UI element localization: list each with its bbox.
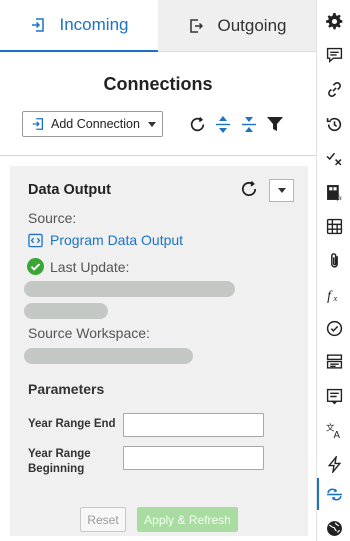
links-button[interactable] bbox=[317, 77, 350, 101]
tab-incoming-label: Incoming bbox=[59, 15, 129, 34]
globe-icon bbox=[326, 520, 342, 536]
function-icon: fx bbox=[327, 287, 337, 302]
last-update-row: Last Update: bbox=[27, 258, 129, 275]
year-range-beginning-input[interactable] bbox=[123, 446, 264, 470]
summary-icon bbox=[326, 388, 342, 404]
history-icon bbox=[326, 117, 341, 131]
connection-card: Data Output Source: Program Data Output … bbox=[10, 166, 308, 536]
refresh-icon bbox=[241, 181, 257, 197]
functions-button[interactable]: fx bbox=[317, 282, 350, 306]
filter-icon bbox=[267, 117, 283, 131]
proofing-button[interactable] bbox=[317, 146, 350, 170]
filter-button[interactable] bbox=[266, 115, 284, 133]
source-workspace-label: Source Workspace: bbox=[28, 325, 150, 341]
svg-text:x: x bbox=[332, 292, 337, 302]
comments-button[interactable] bbox=[317, 43, 350, 67]
redacted-text bbox=[24, 348, 193, 364]
summary-button[interactable] bbox=[317, 384, 350, 408]
formula-sheet-button[interactable]: fx bbox=[317, 180, 350, 204]
grid-icon bbox=[326, 218, 342, 234]
page-title: Connections bbox=[103, 74, 213, 94]
year-range-end-label: Year Range End bbox=[28, 418, 116, 430]
incoming-icon bbox=[32, 118, 44, 130]
grid-button[interactable] bbox=[317, 214, 350, 238]
connections-panel: Incoming Outgoing Connections Add Connec… bbox=[0, 0, 316, 541]
link-icon bbox=[327, 81, 341, 97]
apply-refresh-button[interactable]: Apply & Refresh bbox=[137, 507, 238, 532]
cards-button[interactable] bbox=[317, 349, 350, 373]
connection-title: Data Output bbox=[28, 182, 111, 198]
svg-text:fx: fx bbox=[336, 192, 342, 200]
connection-menu-button[interactable] bbox=[269, 179, 294, 202]
tab-outgoing[interactable]: Outgoing bbox=[158, 0, 316, 52]
expand-icon bbox=[216, 115, 230, 133]
tab-outgoing-label: Outgoing bbox=[217, 15, 287, 35]
toolbar: Add Connection bbox=[22, 111, 163, 137]
connections-button[interactable] bbox=[317, 482, 350, 506]
cards-icon bbox=[326, 353, 342, 369]
settings-button[interactable] bbox=[317, 9, 350, 33]
divider bbox=[0, 155, 316, 156]
year-range-end-input[interactable] bbox=[123, 413, 264, 437]
history-button[interactable] bbox=[317, 112, 350, 136]
add-connection-label: Add Connection bbox=[51, 117, 140, 131]
svg-text:A: A bbox=[333, 429, 340, 438]
year-range-beginning-label: Year Range Beginning bbox=[28, 448, 91, 475]
last-update-label: Last Update: bbox=[50, 258, 130, 275]
source-link-label: Program Data Output bbox=[50, 232, 184, 248]
global-button[interactable] bbox=[317, 516, 350, 540]
parameters-heading: Parameters bbox=[28, 381, 105, 397]
code-doc-icon bbox=[28, 233, 43, 247]
formula-sheet-icon: fx bbox=[326, 184, 342, 201]
comment-icon bbox=[326, 47, 342, 63]
translate-button[interactable]: 文A bbox=[317, 418, 350, 442]
translate-icon: 文A bbox=[326, 422, 340, 439]
toolbar-icons bbox=[188, 115, 284, 133]
connection-refresh-button[interactable] bbox=[240, 180, 260, 200]
refresh-icon bbox=[190, 116, 204, 131]
paperclip-icon bbox=[330, 252, 338, 268]
collapse-icon bbox=[242, 116, 256, 132]
check-x-icon bbox=[326, 152, 341, 165]
tab-incoming[interactable]: Incoming bbox=[0, 0, 158, 52]
redacted-text bbox=[24, 303, 108, 319]
chevron-down-icon bbox=[277, 188, 286, 193]
chevron-down-icon bbox=[147, 121, 156, 127]
source-link[interactable]: Program Data Output bbox=[28, 232, 183, 248]
collapse-all-button[interactable] bbox=[240, 115, 258, 133]
lightning-icon bbox=[327, 455, 341, 473]
source-label: Source: bbox=[28, 210, 77, 226]
right-icon-rail: fx fx 文A bbox=[316, 0, 350, 541]
redacted-text bbox=[24, 281, 235, 297]
incoming-icon bbox=[31, 18, 44, 32]
outgoing-icon bbox=[189, 18, 203, 33]
tab-bar: Incoming Outgoing bbox=[0, 0, 316, 52]
automation-button[interactable] bbox=[317, 452, 350, 476]
success-check-icon bbox=[27, 258, 44, 275]
add-connection-button[interactable]: Add Connection bbox=[22, 111, 163, 137]
svg-text:f: f bbox=[327, 287, 333, 302]
connections-icon bbox=[326, 488, 342, 500]
refresh-all-button[interactable] bbox=[188, 115, 206, 133]
gear-icon bbox=[325, 12, 342, 29]
attachments-button[interactable] bbox=[317, 248, 350, 272]
expand-all-button[interactable] bbox=[214, 115, 232, 133]
check-circle-icon bbox=[326, 320, 342, 336]
reset-button[interactable]: Reset bbox=[80, 507, 126, 532]
tasks-button[interactable] bbox=[317, 316, 350, 340]
